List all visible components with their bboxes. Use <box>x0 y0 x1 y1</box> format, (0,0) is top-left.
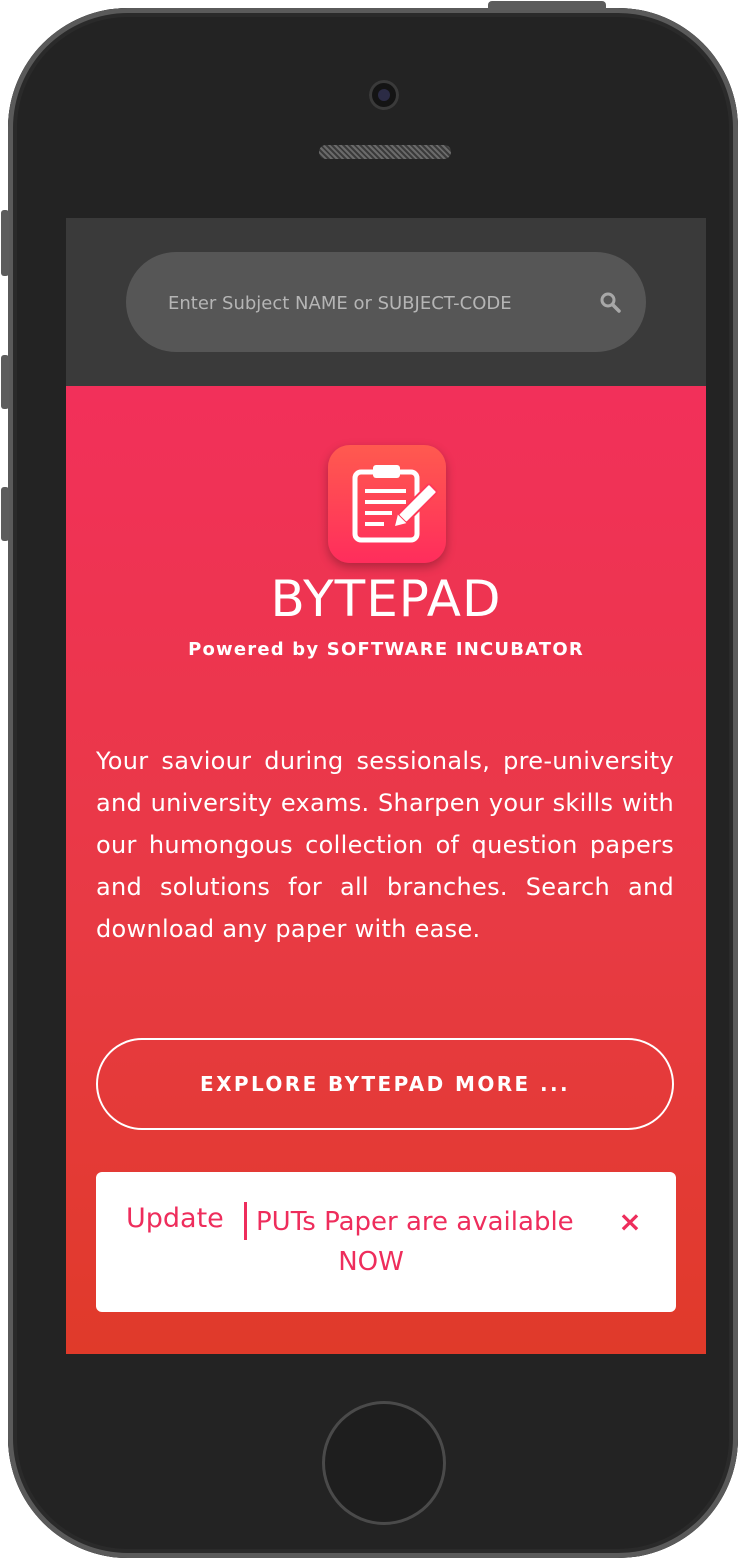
power-button <box>488 1 606 10</box>
front-camera <box>369 80 399 110</box>
hero-section: BYTEPAD Powered by SOFTWARE INCUBATOR Yo… <box>66 386 706 1354</box>
notice-message-line2: NOW <box>338 1247 404 1277</box>
volume-down-button <box>1 487 9 541</box>
home-button[interactable] <box>322 1401 446 1525</box>
notice-tag: Update <box>126 1203 224 1234</box>
clipboard-pencil-icon <box>328 445 446 563</box>
volume-up-button <box>1 355 9 409</box>
mute-switch <box>1 210 9 276</box>
update-notice: Update PUTs Paper are available NOW × <box>96 1172 676 1312</box>
explore-button[interactable]: EXPLORE BYTEPAD MORE ... <box>96 1038 674 1130</box>
header-bar <box>66 218 706 386</box>
screen: BYTEPAD Powered by SOFTWARE INCUBATOR Yo… <box>66 218 706 1354</box>
earpiece-speaker <box>319 145 451 159</box>
notice-message: PUTs Paper are available NOW <box>256 1202 574 1282</box>
app-title: BYTEPAD <box>270 570 502 628</box>
search-icon[interactable] <box>599 291 621 313</box>
search-input[interactable] <box>166 284 570 322</box>
app-subtitle: Powered by SOFTWARE INCUBATOR <box>188 639 584 660</box>
app-description: Your saviour during sessionals, pre-univ… <box>96 747 674 943</box>
phone-frame: BYTEPAD Powered by SOFTWARE INCUBATOR Yo… <box>8 8 738 1558</box>
search-bar[interactable] <box>126 252 646 352</box>
close-icon[interactable]: × <box>616 1208 644 1236</box>
notice-divider <box>244 1202 247 1240</box>
notice-message-line1: PUTs Paper are available <box>256 1207 574 1237</box>
